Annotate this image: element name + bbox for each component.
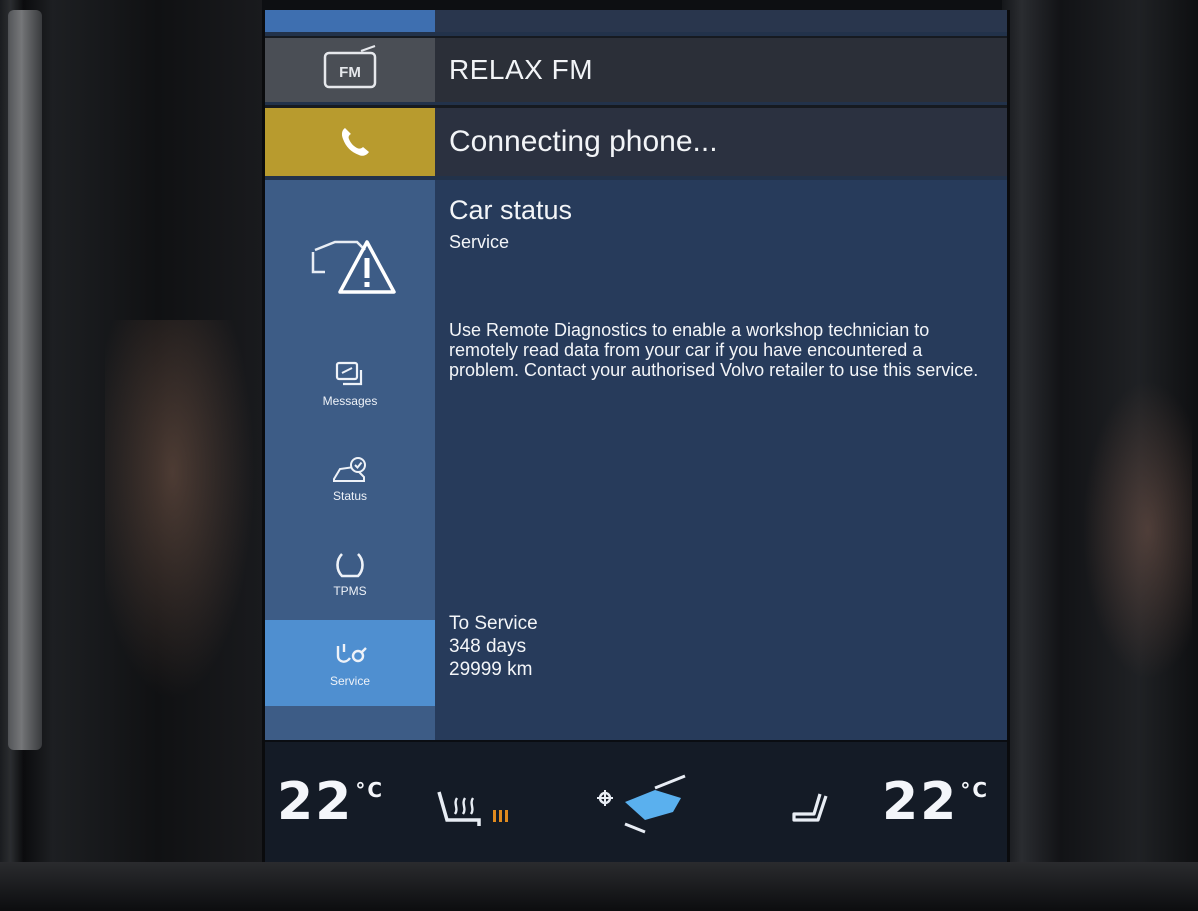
sidebar-item-label: Messages: [322, 394, 378, 408]
page-subtitle: Service: [449, 232, 510, 252]
tile-radio[interactable]: FM RELAX FM: [265, 36, 1007, 102]
radio-icon: FM: [323, 45, 377, 89]
dashboard-trim-right: [1002, 0, 1198, 911]
sidebar-item-service[interactable]: Service: [265, 620, 435, 706]
car-status-sidebar: Messages Status TPMS Service: [265, 180, 435, 740]
fm-icon-text: FM: [339, 64, 361, 81]
seat-heat-button[interactable]: [435, 784, 525, 839]
driver-temperature-unit: °C: [355, 778, 385, 802]
tile-phone[interactable]: Connecting phone...: [265, 105, 1007, 176]
phone-status: Connecting phone...: [449, 125, 718, 158]
radio-station-name: RELAX FM: [449, 54, 594, 85]
wrench-icon: [336, 644, 367, 663]
tire-pressure-icon: [336, 553, 364, 578]
sidebar-item-messages[interactable]: Messages: [265, 360, 435, 408]
tile-icon-area: [265, 108, 435, 176]
passenger-seat-button[interactable]: [790, 790, 830, 829]
service-km-remaining: 29999 km: [449, 659, 533, 680]
passenger-temperature[interactable]: 22 °C: [882, 772, 989, 832]
messages-icon: [335, 361, 363, 386]
car-status-icon: [333, 457, 366, 482]
driver-temperature-value: 22: [277, 772, 354, 832]
passenger-temperature-value: 22: [881, 772, 959, 832]
seat-heat-icon: [437, 791, 508, 826]
climate-bar: 22 °C 22 °C: [265, 740, 1007, 862]
service-days-remaining: 348 days: [449, 636, 527, 657]
chrome-trim: [8, 10, 42, 750]
tile-icon-area: FM: [265, 38, 435, 102]
driver-temperature[interactable]: 22 °C: [277, 772, 384, 832]
tile-partial-top[interactable]: [265, 10, 1007, 32]
phone-icon: [341, 128, 369, 156]
service-interval-label: To Service: [449, 613, 538, 634]
sidebar-item-label: TPMS: [333, 584, 367, 598]
sidebar-item-label: Status: [332, 489, 368, 503]
car-status-panel: Messages Status TPMS Service Car status …: [265, 180, 1007, 740]
climate-fan-button[interactable]: [585, 762, 695, 847]
climate-airflow-icon: [597, 774, 686, 834]
tile-icon-area: [265, 10, 435, 32]
dashboard-trim-left: [0, 0, 262, 911]
dashboard-trim-bottom: [0, 862, 1198, 911]
sidebar-item-label: Service: [329, 674, 370, 688]
hand-reflection: [105, 320, 255, 700]
car-status-content: Car status Service Use Remote Diagnostic…: [435, 180, 1007, 740]
infotainment-screen: FM RELAX FM Connecting phone... Messages…: [262, 10, 1010, 862]
hand-reflection: [1082, 380, 1192, 680]
service-description: Use Remote Diagnostics to enable a works…: [449, 320, 979, 380]
sidebar-item-status[interactable]: Status: [265, 455, 435, 503]
sidebar-item-tpms[interactable]: TPMS: [265, 550, 435, 598]
car-warning-icon: [311, 240, 396, 294]
passenger-temperature-unit: °C: [960, 778, 989, 802]
car-warning-icon-area: [265, 220, 435, 300]
seat-icon: [792, 793, 828, 822]
service-interval: To Service 348 days 29999 km: [449, 612, 538, 681]
page-title: Car status: [449, 195, 573, 225]
